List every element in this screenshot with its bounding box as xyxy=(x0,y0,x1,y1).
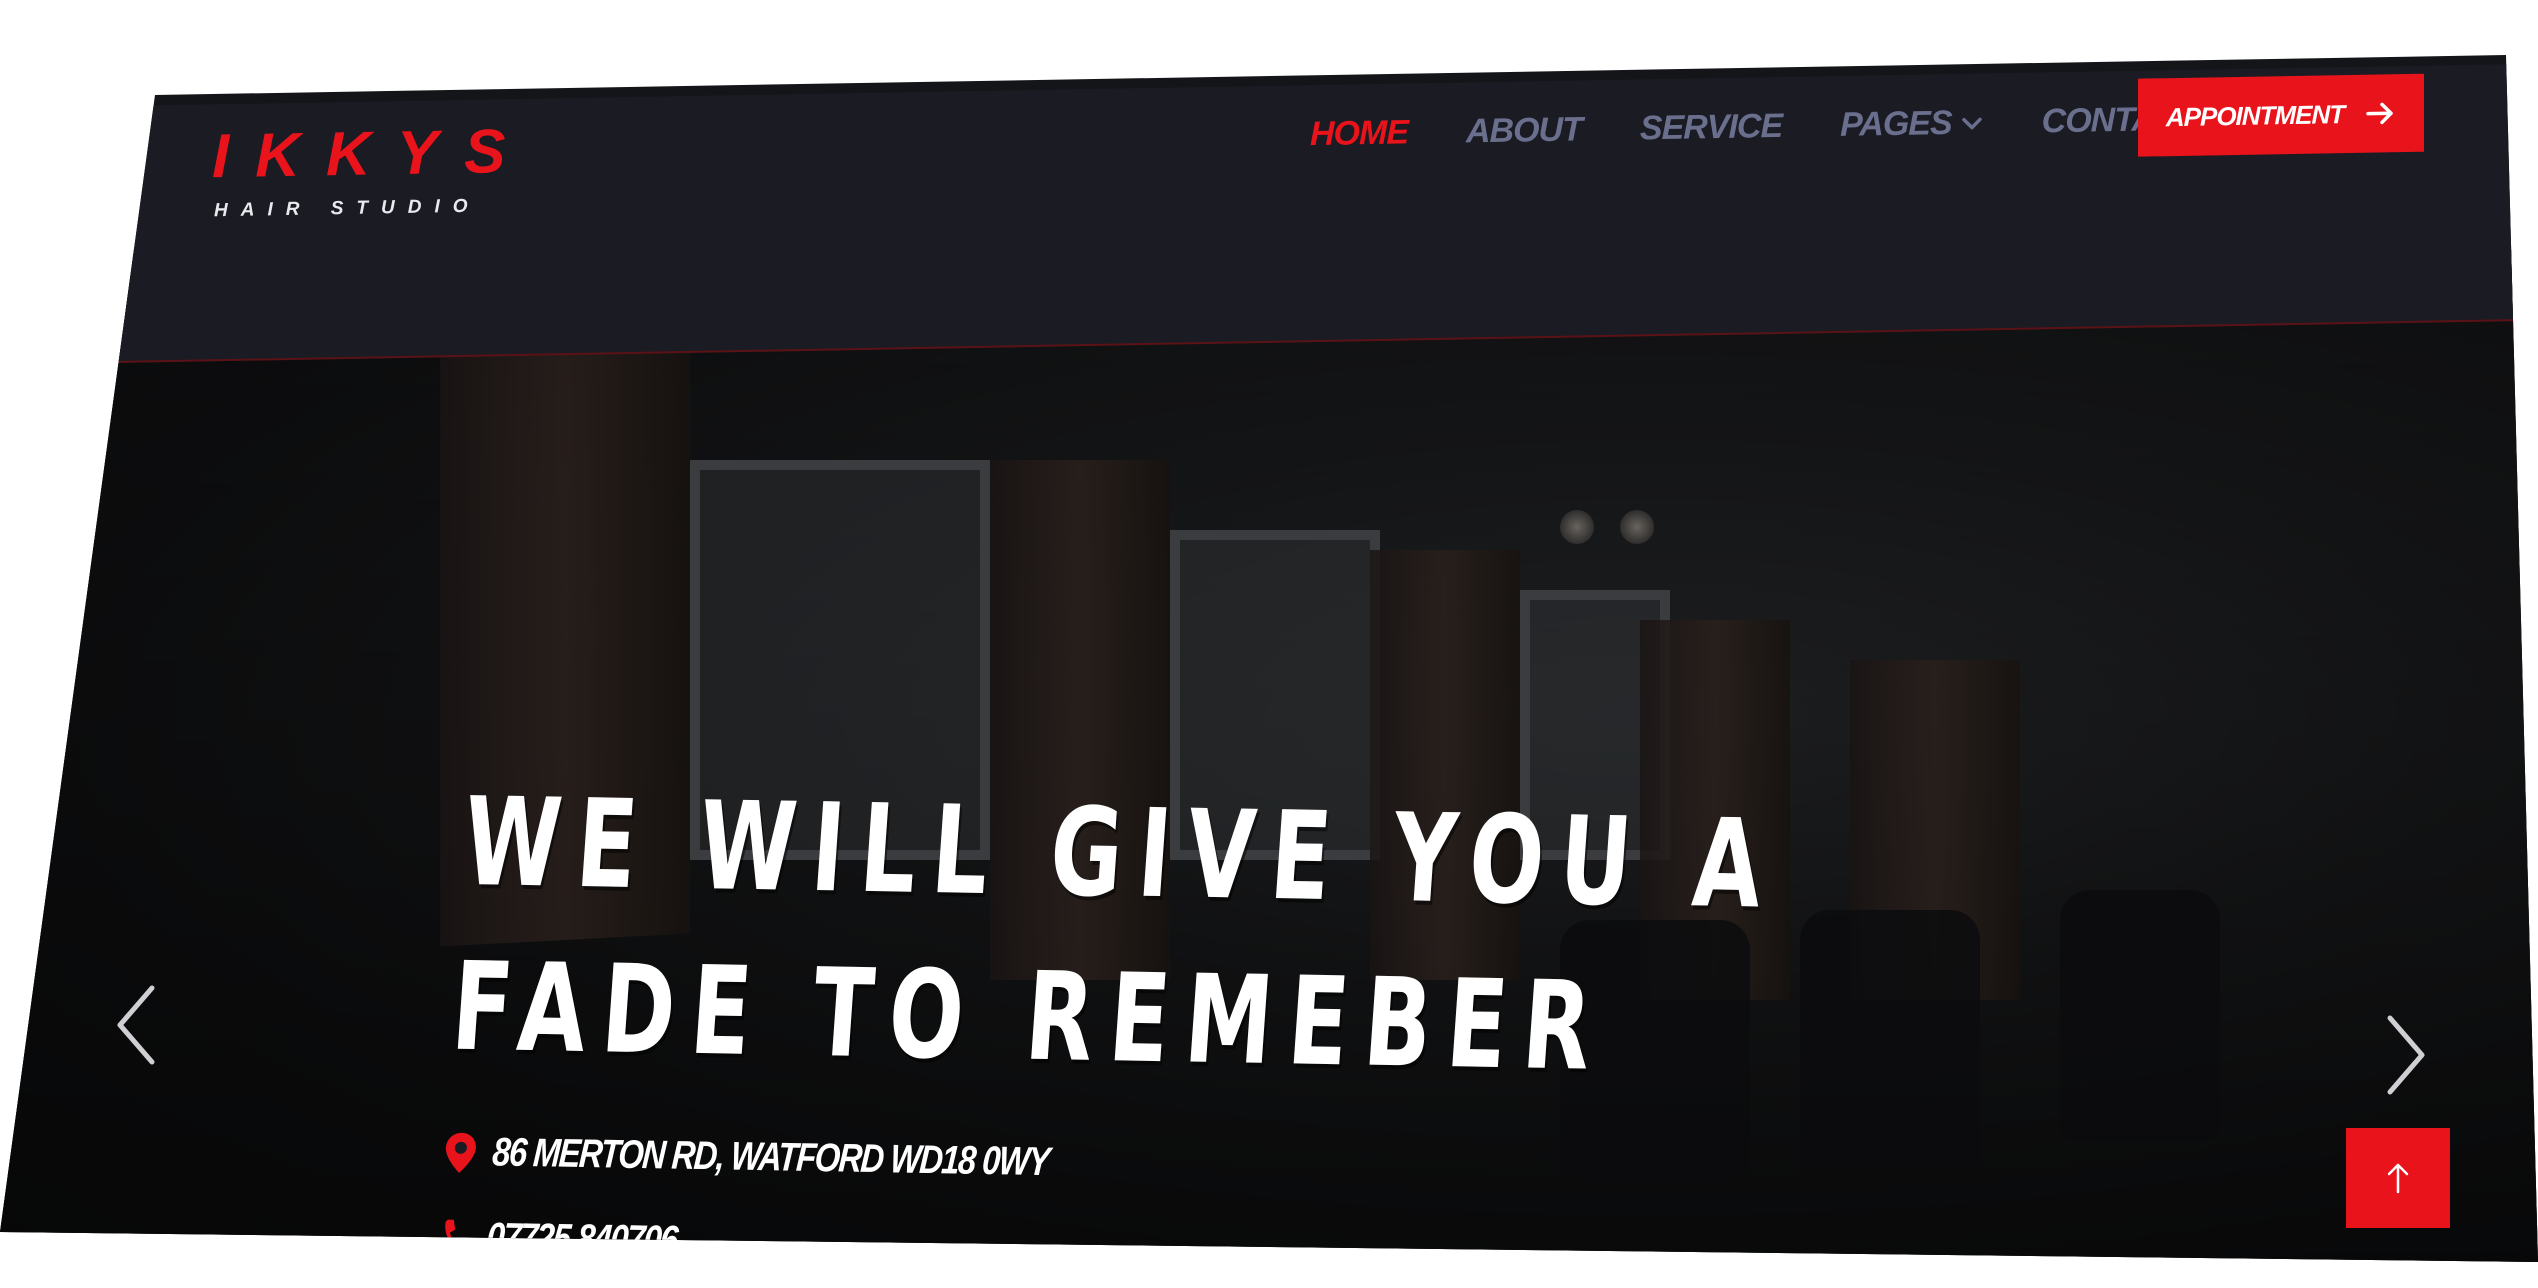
hero-headline-line-1: WE WILL GIVE YOU A xyxy=(459,770,1783,936)
scroll-top-button[interactable] xyxy=(2346,1128,2450,1228)
phone-icon xyxy=(445,1219,473,1252)
browser-viewport: IKKYS HAIR STUDIO HOME ABOUT SERVICE PAG… xyxy=(0,55,2538,1262)
nav-about-label: ABOUT xyxy=(1466,110,1582,151)
chevron-down-icon xyxy=(1961,117,1982,129)
chevron-right-icon[interactable] xyxy=(2376,1010,2436,1100)
nav-home-label: HOME xyxy=(1310,113,1408,154)
nav-home[interactable]: HOME xyxy=(1310,113,1408,154)
nav-about[interactable]: ABOUT xyxy=(1466,110,1582,151)
arrow-up-icon xyxy=(2387,1163,2409,1194)
decor-light xyxy=(1620,510,1654,544)
appointment-button[interactable]: APPOINTMENT xyxy=(2138,73,2424,157)
address-row: 86 MERTON RD, WATFORD WD18 0WY xyxy=(441,1130,2268,1207)
arrow-right-icon xyxy=(2366,102,2393,125)
address-text: 86 MERTON RD, WATFORD WD18 0WY xyxy=(491,1130,1050,1185)
logo-tagline: HAIR STUDIO xyxy=(214,195,481,222)
chevron-left-icon[interactable] xyxy=(108,980,168,1070)
site-header: IKKYS HAIR STUDIO HOME ABOUT SERVICE PAG… xyxy=(0,63,2538,366)
phone-text[interactable]: 07725 840706 xyxy=(485,1215,678,1262)
main-nav: HOME ABOUT SERVICE PAGES CONTACT xyxy=(1310,99,2256,155)
map-pin-icon xyxy=(445,1132,476,1173)
logo-name: IKKYS xyxy=(212,116,532,192)
phone-row: 07725 840706 xyxy=(435,1214,2262,1262)
nav-service-label: SERVICE xyxy=(1639,106,1783,148)
nav-pages-label: PAGES xyxy=(1840,103,1952,144)
nav-pages[interactable]: PAGES xyxy=(1840,103,1984,145)
logo[interactable]: IKKYS HAIR STUDIO xyxy=(212,116,532,223)
decor-light xyxy=(1560,510,1594,544)
appointment-label: APPOINTMENT xyxy=(2165,98,2345,132)
nav-service[interactable]: SERVICE xyxy=(1640,107,1782,148)
page: IKKYS HAIR STUDIO HOME ABOUT SERVICE PAG… xyxy=(0,0,2538,1288)
hero-content: WE WILL GIVE YOU A FADE TO REMEBER 86 ME… xyxy=(435,760,2294,1262)
hero-headline-line-2: FADE TO REMEBER xyxy=(447,935,1612,1098)
